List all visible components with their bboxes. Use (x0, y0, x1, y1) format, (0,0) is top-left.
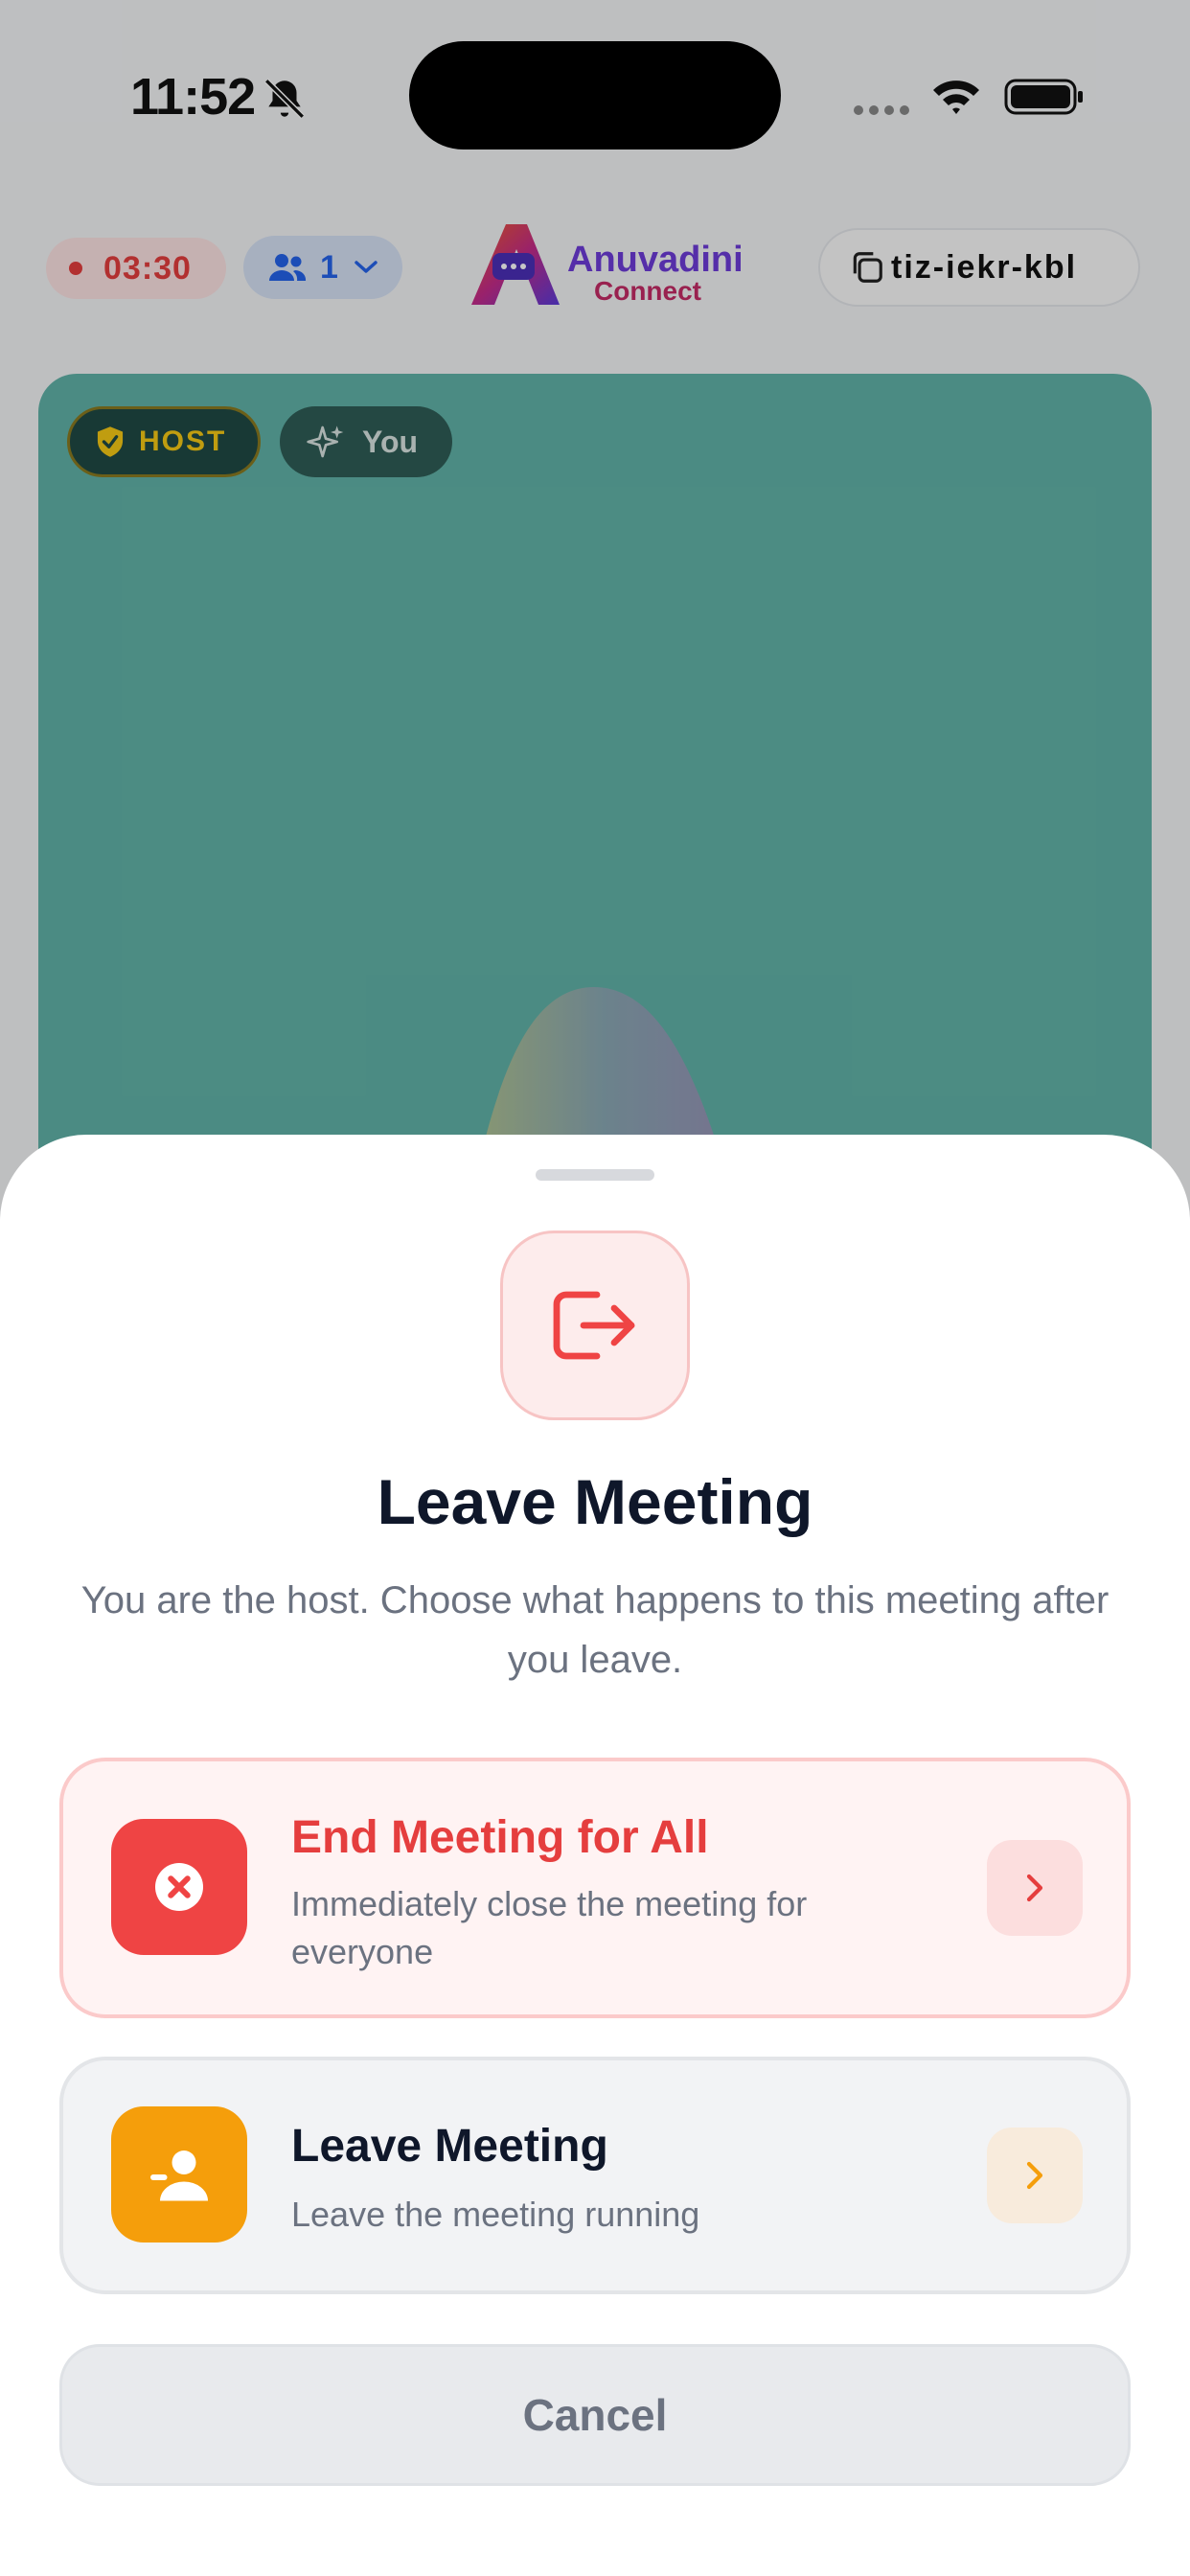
end-meeting-icon-box (111, 1819, 247, 1955)
user-minus-icon (150, 2150, 208, 2201)
cancel-button[interactable]: Cancel (59, 2344, 1131, 2486)
chevron-right-icon (1026, 1874, 1043, 1902)
sheet-subtitle: You are the host. Choose what happens to… (80, 1579, 1110, 1681)
close-circle-icon (155, 1863, 203, 1911)
leave-meeting-sheet: Leave Meeting You are the host. Choose w… (0, 1135, 1190, 2576)
leave-meeting-title: Leave Meeting (291, 2121, 608, 2172)
end-meeting-title: End Meeting for All (291, 1812, 709, 1863)
leave-meeting-description: Leave the meeting running (291, 2195, 700, 2234)
logout-icon (553, 1291, 635, 1360)
sheet-header-icon (500, 1230, 690, 1420)
leave-meeting-arrow (987, 2128, 1083, 2223)
sheet-grabber[interactable] (536, 1169, 654, 1181)
end-meeting-for-all-button[interactable]: End Meeting for All Immediately close th… (59, 1758, 1131, 2018)
chevron-right-icon (1026, 2161, 1043, 2190)
leave-meeting-button[interactable]: Leave Meeting Leave the meeting running (59, 2057, 1131, 2294)
sheet-title: Leave Meeting (377, 1466, 813, 1537)
end-meeting-arrow (987, 1840, 1083, 1936)
end-meeting-description: Immediately close the meeting for everyo… (291, 1884, 808, 1971)
leave-meeting-icon-box (111, 2106, 247, 2242)
